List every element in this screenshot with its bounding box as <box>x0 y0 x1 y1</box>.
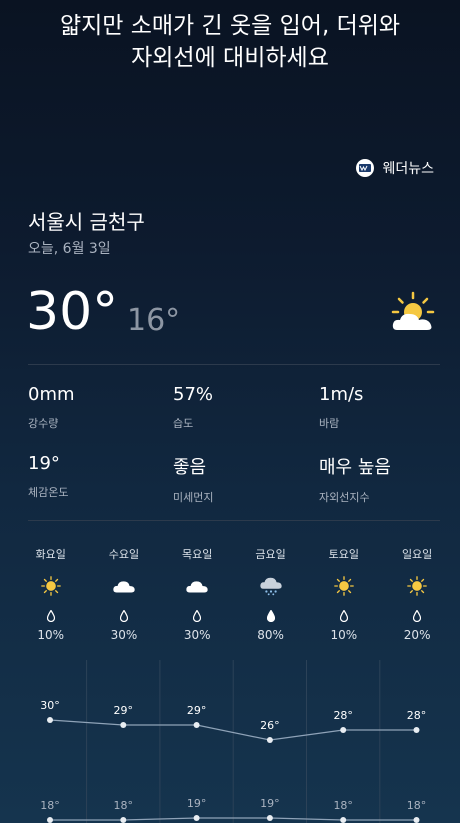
precip-probability: 20% <box>403 628 431 642</box>
brand[interactable]: 웨더뉴스 <box>356 158 434 178</box>
forecast-day[interactable]: 토요일 10% <box>307 546 380 642</box>
stat-humidity-label: 습도 <box>173 417 194 430</box>
headline: 얇지만 소매가 긴 옷을 입어, 더위와 자외선에 대비하세요 <box>0 10 460 74</box>
stat-precipitation-label: 강수량 <box>28 417 59 430</box>
high-temp-label: 28° <box>407 709 427 722</box>
low-temp-point <box>266 815 273 821</box>
high-temp-point <box>193 722 200 728</box>
day-name: 일요일 <box>401 548 433 561</box>
stat-feels-like: 19° 체감온도 <box>28 453 168 500</box>
raindrop-icon <box>339 610 348 622</box>
low-temp-label: 18° <box>40 799 60 812</box>
day-name: 금요일 <box>255 548 286 561</box>
low-temp-point <box>47 817 53 823</box>
divider-top <box>28 364 440 365</box>
high-temp-label: 26° <box>260 719 280 732</box>
raindrop-icon <box>193 610 202 622</box>
raindrop-icon <box>413 610 422 622</box>
location-name[interactable]: 서울시 금천구 <box>28 206 145 235</box>
stat-precipitation-value: 0mm <box>28 384 75 405</box>
current-temperature: 30° <box>26 282 119 342</box>
stat-precipitation: 0mm 강수량 <box>28 384 168 431</box>
low-temp-label: 18° <box>333 799 353 812</box>
day-name: 화요일 <box>35 548 66 561</box>
partly-cloudy-icon <box>391 291 435 330</box>
high-temp-label: 28° <box>333 709 353 722</box>
forecast-day[interactable]: 금요일 80% <box>234 546 307 642</box>
forecast-day[interactable]: 목요일 30% <box>161 546 234 642</box>
raindrop-filled-icon <box>266 610 275 622</box>
stat-feels-like-label: 체감온도 <box>28 486 69 499</box>
low-temp-label: 18° <box>407 799 427 812</box>
precip-probability: 80% <box>257 628 284 642</box>
precip-probability: 30% <box>110 628 138 642</box>
high-temp-point <box>340 727 347 733</box>
divider-bottom <box>28 520 440 521</box>
weathernews-logo-icon <box>356 159 375 177</box>
sun-icon <box>40 576 61 596</box>
forecast-day[interactable]: 일요일 20% <box>380 546 453 642</box>
high-temp-label: 30° <box>40 699 60 712</box>
high-temp-label: 29° <box>114 704 134 717</box>
forecast-day[interactable]: 수요일 30% <box>87 546 160 642</box>
weekly-forecast: 화요일 10% 수요일 30% 목요일 30% 금요일 80% 토요일 10% … <box>14 546 454 642</box>
stat-humidity: 57% 습도 <box>173 384 313 431</box>
low-temp-point <box>193 815 200 821</box>
stat-feels-like-value: 19° <box>28 453 60 474</box>
brand-name: 웨더뉴스 <box>382 161 434 177</box>
precip-probability: 10% <box>330 628 358 642</box>
stat-uv-index-label: 자외선지수 <box>319 491 370 504</box>
low-temp-label: 18° <box>114 799 134 812</box>
temperature-graph: 30° 29° 29° 26° 28° 28° 18° 18° 19° 19° 18° 18° <box>40 660 427 823</box>
raindrop-icon <box>46 610 55 622</box>
stat-wind: 1m/s 바람 <box>319 384 459 431</box>
precip-probability: 30% <box>183 628 211 642</box>
date-label: 오늘, 6월 3일 <box>28 241 111 257</box>
high-temp-label: 29° <box>187 704 207 717</box>
high-temp-point <box>120 722 127 728</box>
low-temp-point <box>120 817 127 823</box>
stat-uv-index: 매우 높음 자외선지수 <box>319 453 459 505</box>
high-temp-point <box>266 737 273 743</box>
low-temp-label: 19° <box>260 797 280 810</box>
day-name: 목요일 <box>182 548 213 561</box>
stat-humidity-value: 57% <box>173 384 214 405</box>
day-name: 토요일 <box>328 548 360 561</box>
forecast-day[interactable]: 화요일 10% <box>14 546 87 642</box>
high-temp-point <box>47 717 53 723</box>
low-temperature: 16° <box>127 303 181 338</box>
cloud-icon <box>113 581 135 593</box>
stat-wind-label: 바람 <box>319 417 340 430</box>
rain-cloud-icon <box>259 577 282 596</box>
cloud-icon <box>186 581 208 593</box>
headline-line-1: 얇지만 소매가 긴 옷을 입어, 더위와 <box>59 13 401 39</box>
low-temp-label: 19° <box>187 797 207 810</box>
precip-probability: 10% <box>37 628 64 642</box>
day-name: 수요일 <box>108 548 140 561</box>
low-temp-point <box>413 817 420 823</box>
headline-line-2: 자외선에 대비하세요 <box>131 45 329 71</box>
stat-fine-dust: 좋음 미세먼지 <box>173 453 313 505</box>
high-temp-point <box>413 727 420 733</box>
stat-fine-dust-label: 미세먼지 <box>173 491 214 504</box>
raindrop-icon <box>119 610 128 622</box>
stat-uv-index-value: 매우 높음 <box>319 457 391 478</box>
stat-wind-value: 1m/s <box>319 384 364 405</box>
stat-fine-dust-value: 좋음 <box>173 457 207 478</box>
sun-icon <box>407 576 427 596</box>
sun-icon <box>333 576 354 596</box>
low-temp-point <box>340 817 347 823</box>
